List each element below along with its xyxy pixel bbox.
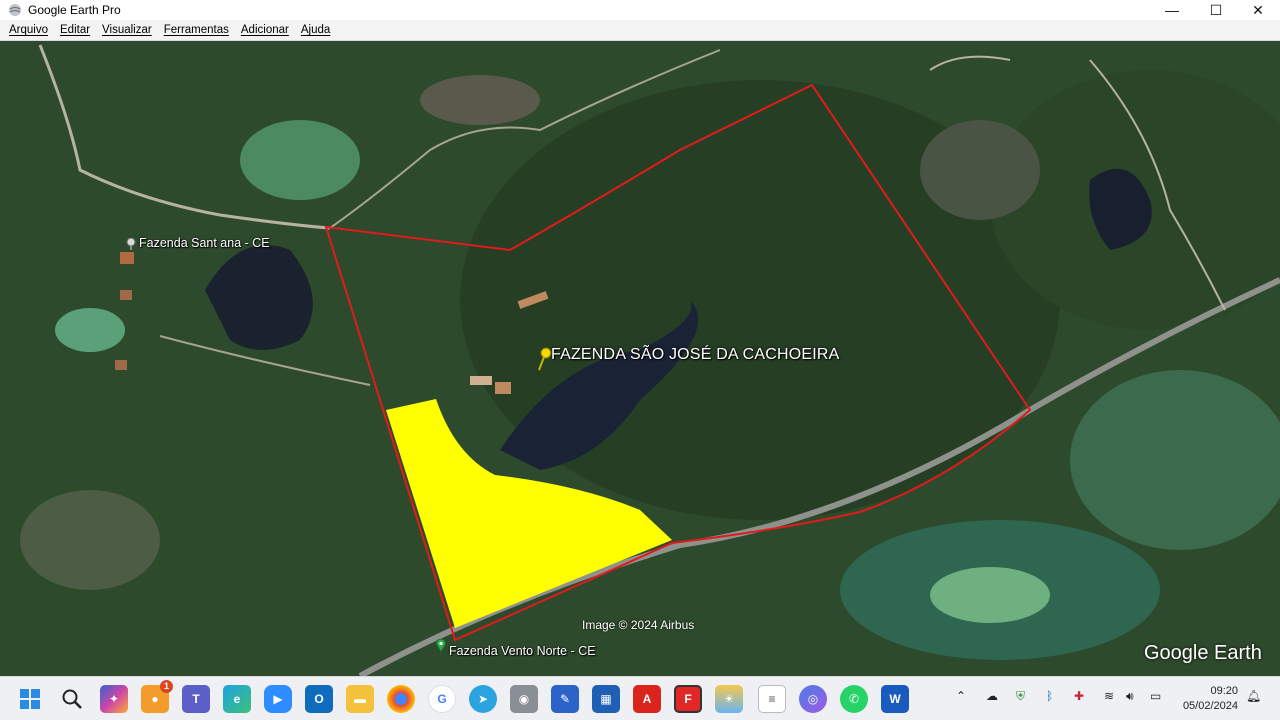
app-badge-icon: ● xyxy=(151,692,159,706)
teams-icon: T xyxy=(192,692,200,706)
notification-bell-icon[interactable]: 🔔︎ xyxy=(1246,689,1261,703)
placemark-label: Fazenda Sant ana - CE xyxy=(139,236,270,250)
start-button[interactable] xyxy=(16,685,44,713)
farm-label[interactable]: FAZENDA SÃO JOSÉ DA CACHOEIRA xyxy=(551,346,840,364)
volume-icon[interactable]: 🔊︎ xyxy=(1126,689,1134,704)
title-bar: Google Earth Pro — ☐ ✕ xyxy=(0,0,1280,20)
google-button[interactable]: G xyxy=(428,685,456,713)
store-icon: ▦ xyxy=(600,692,612,706)
copilot-icon: ✦ xyxy=(108,692,120,706)
bluetooth-icon[interactable]: ᛒ xyxy=(1046,689,1053,703)
notifications-app-button[interactable]: ● 1 xyxy=(141,680,173,713)
cloud-icon[interactable]: ☁ xyxy=(986,689,998,703)
search-button[interactable] xyxy=(58,685,86,713)
document-icon: ≡ xyxy=(768,692,776,706)
flipboard-button[interactable]: F xyxy=(674,685,702,713)
camera-button[interactable]: ◉ xyxy=(510,685,538,713)
edge-icon: e xyxy=(233,692,241,706)
menu-bar: Arquivo Editar Visualizar Ferramentas Ad… xyxy=(0,20,1280,41)
menu-ferramentas[interactable]: Ferramentas xyxy=(158,24,235,36)
weather-icon: ☀ xyxy=(723,692,735,706)
camera-icon: ◉ xyxy=(518,692,530,706)
window-title: Google Earth Pro xyxy=(28,3,121,17)
earth-icon: ◎ xyxy=(807,692,819,706)
store-button[interactable]: ▦ xyxy=(592,685,620,713)
maximize-icon: ☐ xyxy=(1209,1,1223,18)
green-pin-icon xyxy=(436,639,446,653)
teams-button[interactable]: T xyxy=(182,685,210,713)
close-button[interactable]: ✕ xyxy=(1236,0,1280,20)
outlook-icon: O xyxy=(314,692,324,706)
flipboard-icon: F xyxy=(684,692,692,706)
word-button[interactable]: W xyxy=(881,685,909,713)
google-earth-logo: Google Earth xyxy=(1144,642,1262,664)
telegram-icon: ➤ xyxy=(477,692,489,706)
weather-button[interactable]: ☀ xyxy=(715,685,743,713)
menu-visualizar[interactable]: Visualizar xyxy=(96,24,158,36)
minimize-icon: — xyxy=(1165,2,1179,18)
pen-button[interactable]: ✎ xyxy=(551,685,579,713)
zoom-icon: ▶ xyxy=(273,692,283,706)
chevron-up-icon[interactable]: ⌃ xyxy=(956,689,966,703)
imagery-attribution: Image © 2024 Airbus xyxy=(582,618,695,632)
security-icon[interactable]: ⛨ xyxy=(1016,689,1025,704)
google-earth-app-icon xyxy=(7,2,23,18)
whatsapp-icon: ✆ xyxy=(848,692,860,706)
zoom-button[interactable]: ▶ xyxy=(264,685,292,713)
acrobat-button[interactable]: A xyxy=(633,685,661,713)
maximize-button[interactable]: ☐ xyxy=(1194,0,1238,20)
word-icon: W xyxy=(889,692,901,706)
placemark-pin-icon xyxy=(126,238,136,250)
folder-icon: ▬ xyxy=(354,692,366,706)
google-earth-button[interactable]: ◎ xyxy=(799,685,827,713)
copilot-button[interactable]: ✦ xyxy=(100,685,128,713)
pen-icon: ✎ xyxy=(559,692,571,706)
clock-time: 09:20 xyxy=(1210,685,1238,697)
pdf-icon: A xyxy=(642,692,652,706)
menu-ajuda[interactable]: Ajuda xyxy=(295,24,336,36)
chrome-button[interactable] xyxy=(387,685,415,713)
menu-adicionar[interactable]: Adicionar xyxy=(235,24,295,36)
whatsapp-button[interactable]: ✆ xyxy=(840,685,868,713)
google-icon: G xyxy=(437,692,447,706)
telegram-button[interactable]: ➤ xyxy=(469,685,497,713)
file-explorer-button[interactable]: ▬ xyxy=(346,685,374,713)
windows-icon xyxy=(20,689,40,709)
placemark-label: Fazenda Vento Norte - CE xyxy=(449,644,596,658)
app-tray-icon[interactable]: ✚ xyxy=(1074,689,1084,703)
wifi-icon[interactable]: ≋ xyxy=(1104,689,1114,703)
clock-date: 05/02/2024 xyxy=(1182,700,1238,712)
close-icon: ✕ xyxy=(1252,1,1264,18)
map-view[interactable]: Fazenda Sant ana - CE FAZENDA SÃO JOSÉ D… xyxy=(0,41,1280,676)
menu-arquivo[interactable]: Arquivo xyxy=(3,24,54,36)
menu-editar[interactable]: Editar xyxy=(54,24,96,36)
notepad-button[interactable]: ≡ xyxy=(758,685,786,713)
clock[interactable]: 09:20 05/02/2024 xyxy=(1183,684,1238,714)
notification-badge: 1 xyxy=(160,680,173,693)
taskbar: ✦ ● 1 T e ▶ O ▬ G ➤ ◉ ✎ ▦ A F ☀ ≡ ◎ ✆ W … xyxy=(0,676,1280,720)
outlook-button[interactable]: O xyxy=(305,685,333,713)
minimize-button[interactable]: — xyxy=(1150,0,1194,20)
battery-icon[interactable]: ▭ xyxy=(1150,689,1161,703)
search-icon xyxy=(62,689,82,709)
edge-button[interactable]: e xyxy=(223,685,251,713)
